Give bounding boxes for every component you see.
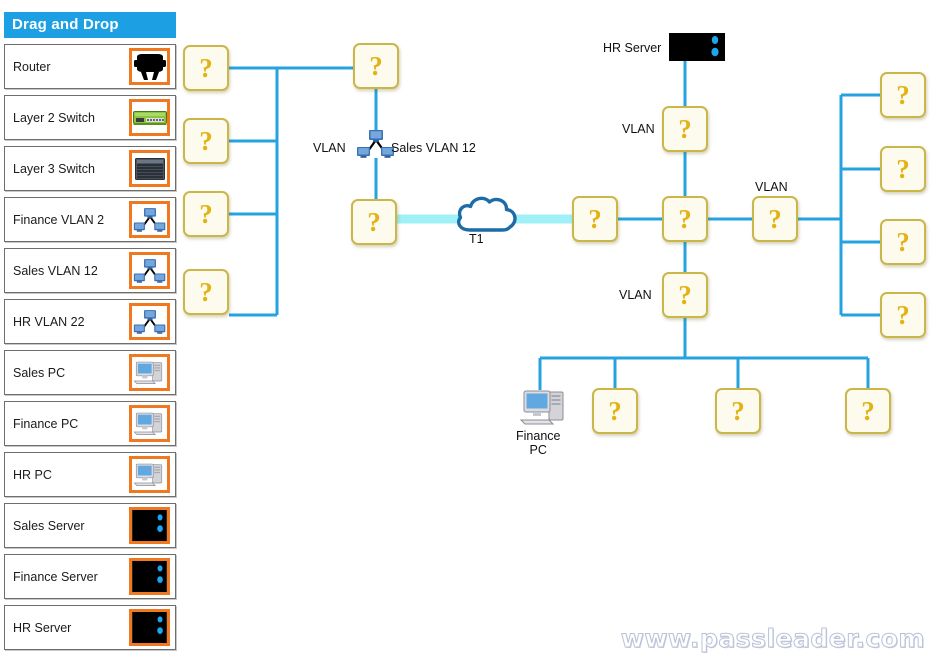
server-icon bbox=[129, 507, 170, 544]
connection-links bbox=[229, 57, 880, 390]
palette-item[interactable]: Layer 2 Switch bbox=[4, 95, 176, 140]
router-icon bbox=[129, 48, 170, 85]
palette-item[interactable]: Router bbox=[4, 44, 176, 89]
palette-item[interactable]: Sales Server bbox=[4, 503, 176, 548]
canvas-label-vlan-dist: VLAN bbox=[755, 180, 788, 194]
palette-item-label: HR Server bbox=[13, 620, 72, 635]
vlan-group-icon bbox=[129, 252, 170, 289]
drop-target-dist[interactable]: ? bbox=[752, 196, 798, 242]
palette-title: Drag and Drop bbox=[4, 12, 176, 38]
drop-target-edge-a[interactable]: ? bbox=[351, 199, 397, 245]
drop-target-edge-b[interactable]: ? bbox=[572, 196, 618, 242]
drop-target-left-4[interactable]: ? bbox=[183, 269, 229, 315]
watermark: www.passleader.com bbox=[620, 624, 925, 654]
drop-target-bot-2[interactable]: ? bbox=[715, 388, 761, 434]
drop-target-bot-1[interactable]: ? bbox=[592, 388, 638, 434]
palette-item[interactable]: Sales PC bbox=[4, 350, 176, 395]
palette-item[interactable]: Finance VLAN 2 bbox=[4, 197, 176, 242]
pc-icon bbox=[519, 386, 571, 428]
palette-item[interactable]: Sales VLAN 12 bbox=[4, 248, 176, 293]
server-icon bbox=[669, 33, 725, 61]
palette-item-label: Finance PC bbox=[13, 416, 79, 431]
palette-item-label: Layer 2 Switch bbox=[13, 110, 95, 125]
drop-target-hr-vlan[interactable]: ? bbox=[662, 106, 708, 152]
drop-target-right-4[interactable]: ? bbox=[880, 292, 926, 338]
canvas-label-vlan-hr: VLAN bbox=[622, 122, 655, 136]
palette-item-list: Router Layer 2 Switch Layer 3 Switch Financ… bbox=[4, 44, 176, 650]
server-icon bbox=[129, 609, 170, 646]
palette-panel: Drag and Drop Router Layer 2 Switch Layer … bbox=[4, 12, 176, 650]
drop-target-left-1[interactable]: ? bbox=[183, 45, 229, 91]
pc-icon bbox=[129, 354, 170, 391]
palette-item-label: Sales VLAN 12 bbox=[13, 263, 98, 278]
canvas-label-sales-vlan-12: Sales VLAN 12 bbox=[391, 141, 476, 155]
server-icon bbox=[129, 558, 170, 595]
drop-target-right-2[interactable]: ? bbox=[880, 146, 926, 192]
drop-target-fin-vlan[interactable]: ? bbox=[662, 272, 708, 318]
palette-item-label: Sales Server bbox=[13, 518, 85, 533]
palette-item[interactable]: Layer 3 Switch bbox=[4, 146, 176, 191]
drop-target-right-1[interactable]: ? bbox=[880, 72, 926, 118]
canvas-label-vlan-finance: VLAN bbox=[619, 288, 652, 302]
drop-target-right-3[interactable]: ? bbox=[880, 219, 926, 265]
drop-target-top-mid[interactable]: ? bbox=[353, 43, 399, 89]
drop-target-left-2[interactable]: ? bbox=[183, 118, 229, 164]
drop-target-core[interactable]: ? bbox=[662, 196, 708, 242]
palette-item-label: Finance VLAN 2 bbox=[13, 212, 105, 227]
canvas-label-finance-pc-label: Finance PC bbox=[516, 429, 561, 457]
palette-item-label: HR VLAN 22 bbox=[13, 314, 85, 329]
palette-item-label: Finance Server bbox=[13, 569, 98, 584]
vlan-group-icon bbox=[129, 303, 170, 340]
drop-target-bot-3[interactable]: ? bbox=[845, 388, 891, 434]
palette-item[interactable]: Finance Server bbox=[4, 554, 176, 599]
pc-icon bbox=[129, 456, 170, 493]
pc-icon bbox=[129, 405, 170, 442]
drop-target-left-3[interactable]: ? bbox=[183, 191, 229, 237]
canvas-label-t1-label: T1 bbox=[469, 232, 484, 246]
palette-item-label: HR PC bbox=[13, 467, 52, 482]
cloud-icon bbox=[453, 193, 521, 235]
drag-and-drop-exercise: Drag and Drop Router Layer 2 Switch Layer … bbox=[0, 0, 939, 669]
palette-item-label: Layer 3 Switch bbox=[13, 161, 95, 176]
canvas-label-hr-server-label: HR Server bbox=[603, 41, 662, 55]
vlan-group-icon bbox=[356, 128, 396, 160]
layer3-switch-icon bbox=[129, 150, 170, 187]
palette-item-label: Router bbox=[13, 59, 51, 74]
layer2-switch-icon bbox=[129, 99, 170, 136]
vlan-group-icon bbox=[129, 201, 170, 238]
topology-canvas: ?????????????????? VLAN Sales VLAN 12 T1 HR… bbox=[176, 0, 939, 669]
palette-item[interactable]: Finance PC bbox=[4, 401, 176, 446]
palette-item-label: Sales PC bbox=[13, 365, 66, 380]
palette-item[interactable]: HR VLAN 22 bbox=[4, 299, 176, 344]
canvas-label-vlan-sales-left: VLAN bbox=[313, 141, 346, 155]
palette-item[interactable]: HR Server bbox=[4, 605, 176, 650]
palette-item[interactable]: HR PC bbox=[4, 452, 176, 497]
